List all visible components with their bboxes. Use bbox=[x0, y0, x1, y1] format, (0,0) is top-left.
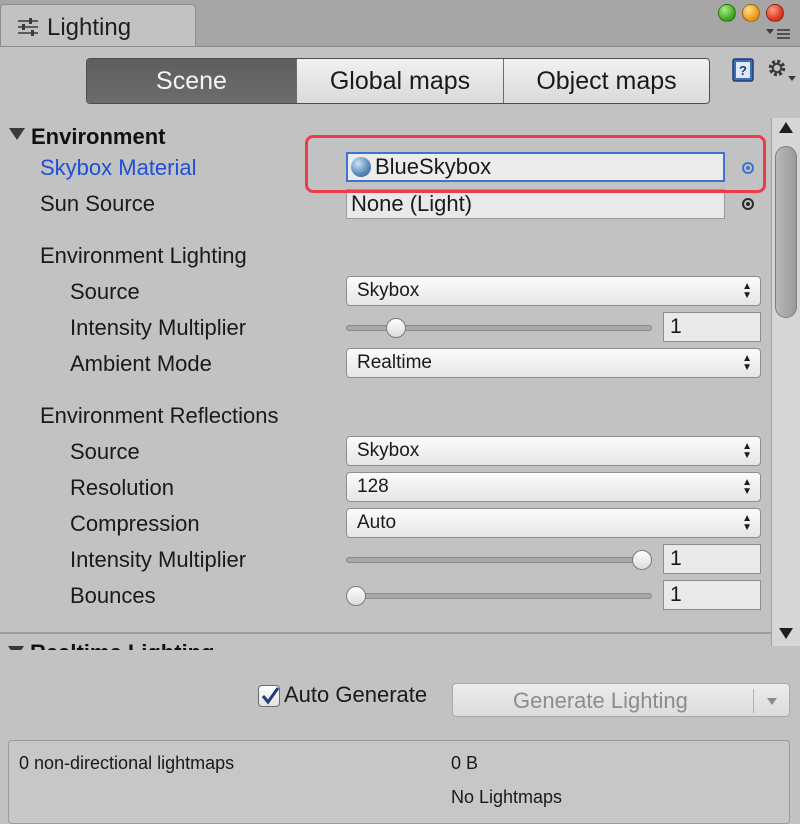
reflection-source-value: Skybox bbox=[357, 440, 420, 461]
reflection-intensity-label: Intensity Multiplier bbox=[70, 547, 247, 572]
window-title: Lighting bbox=[47, 14, 132, 41]
bounces-label: Bounces bbox=[70, 583, 156, 608]
ambient-mode-value: Realtime bbox=[357, 352, 432, 373]
reflection-intensity-slider-thumb[interactable] bbox=[632, 550, 652, 570]
environment-reflections-title: Environment Reflections bbox=[40, 403, 279, 428]
resolution-value: 128 bbox=[357, 476, 389, 497]
svg-text:?: ? bbox=[739, 63, 747, 78]
reflection-intensity-input[interactable]: 1 bbox=[663, 544, 761, 574]
tab-scene[interactable]: Scene bbox=[87, 59, 296, 103]
window-close-button[interactable] bbox=[766, 4, 784, 22]
lighting-inspector: Environment Skybox Material BlueSkybox S… bbox=[0, 118, 770, 632]
material-sphere-icon bbox=[351, 157, 371, 177]
lighting-source-dropdown[interactable]: Skybox ▲ ▼ bbox=[346, 276, 761, 306]
auto-generate-label[interactable]: Auto Generate bbox=[284, 682, 427, 708]
bounces-slider-track[interactable] bbox=[346, 593, 652, 599]
window-titlebar: Lighting bbox=[0, 0, 800, 47]
dropdown-caret-icon[interactable] bbox=[767, 698, 777, 705]
updown-arrows-icon: ▲ ▼ bbox=[742, 513, 752, 533]
ambient-mode-dropdown[interactable]: Realtime ▲ ▼ bbox=[346, 348, 761, 378]
sun-source-label: Sun Source bbox=[40, 191, 155, 216]
section-divider bbox=[0, 632, 771, 634]
hamburger-menu-icon[interactable] bbox=[766, 28, 790, 40]
lighting-intensity-input[interactable]: 1 bbox=[663, 312, 761, 342]
realtime-lighting-header[interactable]: Realtime Lighting bbox=[0, 636, 771, 650]
updown-arrows-icon: ▲ ▼ bbox=[742, 281, 752, 301]
tab-global-maps[interactable]: Global maps bbox=[296, 59, 503, 103]
ambient-mode-label: Ambient Mode bbox=[70, 351, 212, 376]
skybox-material-field[interactable]: BlueSkybox bbox=[346, 152, 725, 182]
generate-lighting-label: Generate Lighting bbox=[513, 688, 688, 713]
environment-section-title[interactable]: Environment bbox=[31, 124, 165, 150]
updown-arrows-icon: ▲ ▼ bbox=[742, 477, 752, 497]
skybox-material-label: Skybox Material bbox=[40, 155, 197, 180]
realtime-foldout-arrow-icon[interactable] bbox=[8, 646, 24, 650]
lighting-source-label: Source bbox=[70, 279, 140, 304]
button-separator bbox=[753, 689, 754, 713]
scrollbar-thumb[interactable] bbox=[775, 146, 797, 318]
auto-generate-checkbox[interactable] bbox=[258, 685, 280, 707]
sliders-icon bbox=[18, 18, 38, 36]
resolution-dropdown[interactable]: 128 ▲ ▼ bbox=[346, 472, 761, 502]
scroll-up-arrow-icon[interactable] bbox=[779, 122, 793, 133]
lighting-intensity-label: Intensity Multiplier bbox=[70, 315, 247, 340]
tab-object-maps[interactable]: Object maps bbox=[503, 59, 709, 103]
gear-dropdown-icon[interactable] bbox=[766, 57, 796, 83]
generate-lighting-button[interactable]: Generate Lighting bbox=[452, 683, 790, 717]
lightmaps-status: No Lightmaps bbox=[451, 787, 563, 807]
lighting-tab[interactable]: Lighting bbox=[0, 4, 196, 46]
window-minimize-button[interactable] bbox=[742, 4, 760, 22]
environment-foldout-arrow-icon[interactable] bbox=[9, 128, 25, 140]
skybox-material-value: BlueSkybox bbox=[375, 154, 492, 179]
skybox-object-picker-icon[interactable] bbox=[742, 162, 754, 174]
lightmaps-info-panel: 0 non-directional lightmaps 0 B No Light… bbox=[8, 740, 790, 824]
bounces-slider-thumb[interactable] bbox=[346, 586, 366, 606]
compression-dropdown[interactable]: Auto ▲ ▼ bbox=[346, 508, 761, 538]
reflection-source-dropdown[interactable]: Skybox ▲ ▼ bbox=[346, 436, 761, 466]
lighting-source-value: Skybox bbox=[357, 280, 420, 301]
compression-value: Auto bbox=[357, 512, 397, 533]
realtime-lighting-title: Realtime Lighting bbox=[30, 640, 215, 650]
book-help-icon[interactable]: ? bbox=[730, 57, 756, 83]
sun-source-object-picker-icon[interactable] bbox=[742, 198, 754, 210]
environment-lighting-title: Environment Lighting bbox=[40, 243, 247, 268]
bounces-input[interactable]: 1 bbox=[663, 580, 761, 610]
reflection-source-label: Source bbox=[70, 439, 140, 464]
compression-label: Compression bbox=[70, 511, 200, 536]
lighting-mode-tabs: Scene Global maps Object maps bbox=[86, 58, 710, 104]
reflection-intensity-slider-track[interactable] bbox=[346, 557, 652, 563]
lighting-intensity-slider-thumb[interactable] bbox=[386, 318, 407, 338]
lightmaps-count: 0 non-directional lightmaps bbox=[19, 753, 235, 773]
window-maximize-button[interactable] bbox=[718, 4, 736, 22]
scroll-down-arrow-icon[interactable] bbox=[779, 628, 793, 639]
updown-arrows-icon: ▲ ▼ bbox=[742, 441, 752, 461]
lightmaps-size: 0 B bbox=[451, 753, 479, 773]
resolution-label: Resolution bbox=[70, 475, 174, 500]
sun-source-field[interactable]: None (Light) bbox=[346, 189, 725, 219]
checkmark-icon bbox=[261, 687, 280, 705]
updown-arrows-icon: ▲ ▼ bbox=[742, 353, 752, 373]
